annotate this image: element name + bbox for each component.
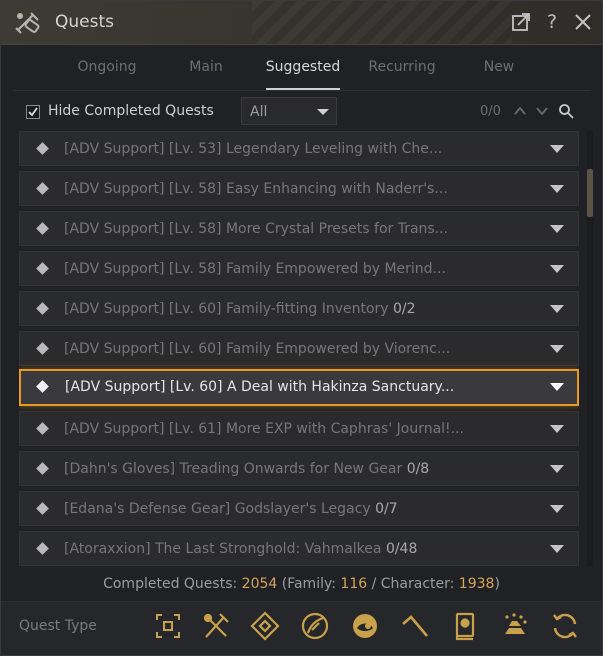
quest-diamond-icon	[36, 380, 49, 393]
quest-title: [Edana's Defense Gear] Godslayer's Legac…	[64, 501, 398, 517]
tab-suggested[interactable]: Suggested	[263, 59, 343, 75]
window-title: Quests	[55, 12, 114, 32]
quest-title: [ADV Support] [Lv. 58] Family Empowered …	[64, 261, 446, 277]
quest-row[interactable]: [ADV Support] [Lv. 61] More EXP with Cap…	[19, 411, 579, 446]
quest-row[interactable]: [ADV Support] [Lv. 58] Easy Enhancing wi…	[19, 171, 579, 206]
hide-completed-checkbox[interactable]	[26, 105, 40, 119]
quest-diamond-icon	[36, 142, 49, 155]
adventure-quest-icon[interactable]	[249, 610, 281, 642]
quest-window: Quests ? Ongoing Main Suggested Recurrin…	[0, 0, 603, 656]
tab-recurring[interactable]: Recurring	[365, 59, 439, 75]
quest-type-label: Quest Type	[19, 618, 97, 634]
chevron-down-icon[interactable]	[534, 103, 550, 119]
quest-row[interactable]: [ADV Support] [Lv. 58] Family Empowered …	[19, 251, 579, 286]
title-bar[interactable]: Quests ?	[1, 1, 602, 45]
quest-filter-dropdown[interactable]: All	[241, 97, 337, 125]
quest-title: [ADV Support] [Lv. 61] More EXP with Cap…	[64, 421, 465, 437]
expand-arrow-icon[interactable]	[550, 145, 564, 153]
quest-title: [ADV Support] [Lv. 60] A Deal with Hakin…	[65, 379, 455, 395]
reset-filter-icon[interactable]	[549, 610, 581, 642]
expand-arrow-icon[interactable]	[550, 185, 564, 193]
combat-quest-icon[interactable]	[152, 610, 184, 642]
search-result-counter: 0/0	[480, 104, 501, 119]
search-icon[interactable]	[558, 103, 574, 119]
quest-diamond-icon	[36, 542, 49, 555]
expand-arrow-icon[interactable]	[550, 465, 564, 473]
quest-title: [Dahn's Gloves] Treading Onwards for New…	[64, 461, 430, 477]
quest-list: [ADV Support] [Lv. 53] Legendary Levelin…	[19, 131, 579, 566]
quest-title: [ADV Support] [Lv. 58] More Crystal Pres…	[64, 221, 449, 237]
quest-title: [Atoraxxion] The Last Stronghold: Vahmal…	[64, 541, 418, 557]
quest-diamond-icon	[36, 302, 49, 315]
title-bar-pattern	[252, 1, 512, 44]
quest-row[interactable]: [ADV Support] [Lv. 58] More Crystal Pres…	[19, 211, 579, 246]
quest-diamond-icon	[36, 502, 49, 515]
dropdown-arrow-icon	[317, 109, 329, 115]
tab-main[interactable]: Main	[181, 59, 231, 75]
close-icon[interactable]	[572, 11, 594, 33]
gathering-quest-icon[interactable]	[399, 610, 431, 642]
expand-arrow-icon[interactable]	[550, 265, 564, 273]
expand-arrow-icon[interactable]	[550, 505, 564, 513]
chevron-up-icon[interactable]	[512, 103, 528, 119]
quest-row[interactable]: [Atoraxxion] The Last Stronghold: Vahmal…	[19, 531, 579, 566]
expand-arrow-icon[interactable]	[550, 345, 564, 353]
quest-diamond-icon	[36, 462, 49, 475]
hide-completed-label[interactable]: Hide Completed Quests	[48, 103, 214, 119]
expand-arrow-icon[interactable]	[550, 425, 564, 433]
dropdown-value: All	[250, 104, 268, 120]
quest-diamond-icon	[36, 422, 49, 435]
quest-diamond-icon	[36, 262, 49, 275]
help-icon[interactable]: ?	[541, 11, 563, 33]
knowledge-quest-icon[interactable]	[449, 610, 481, 642]
quest-diamond-icon	[36, 222, 49, 235]
expand-arrow-icon[interactable]	[550, 225, 564, 233]
quest-diamond-icon	[36, 182, 49, 195]
popout-icon[interactable]	[510, 11, 532, 33]
quest-type-bar: Quest Type	[1, 601, 602, 655]
quest-row[interactable]: [Edana's Defense Gear] Godslayer's Legac…	[19, 491, 579, 526]
expand-arrow-icon[interactable]	[550, 305, 564, 313]
tabs-divider	[13, 90, 591, 91]
event-quest-icon[interactable]	[499, 610, 531, 642]
life-skill-quest-icon[interactable]	[200, 610, 232, 642]
quest-title: [ADV Support] [Lv. 60] Family Empowered …	[64, 341, 451, 357]
tab-ongoing[interactable]: Ongoing	[77, 59, 137, 75]
quest-diamond-icon	[36, 342, 49, 355]
quest-row[interactable]: [ADV Support] [Lv. 53] Legendary Levelin…	[19, 131, 579, 166]
scrollbar-thumb[interactable]	[587, 169, 593, 217]
fishing-quest-icon[interactable]	[299, 610, 331, 642]
quest-title: [ADV Support] [Lv. 58] Easy Enhancing wi…	[64, 181, 448, 197]
expand-arrow-icon[interactable]	[550, 545, 564, 553]
quest-row-selected[interactable]: [ADV Support] [Lv. 60] A Deal with Hakin…	[19, 369, 579, 406]
expand-arrow-icon[interactable]	[550, 383, 564, 391]
trade-quest-icon[interactable]	[349, 610, 381, 642]
quest-row[interactable]: [ADV Support] [Lv. 60] Family Empowered …	[19, 331, 579, 366]
quest-scroll-icon	[13, 8, 43, 38]
completed-quests-summary: Completed Quests: 2054 (Family: 116 / Ch…	[103, 576, 500, 592]
quest-row[interactable]: [ADV Support] [Lv. 60] Family-fitting In…	[19, 291, 579, 326]
tab-new[interactable]: New	[479, 59, 519, 75]
quest-row[interactable]: [Dahn's Gloves] Treading Onwards for New…	[19, 451, 579, 486]
quest-title: [ADV Support] [Lv. 53] Legendary Levelin…	[64, 141, 443, 157]
filter-row: Hide Completed Quests All 0/0	[1, 93, 602, 129]
quest-tabs: Ongoing Main Suggested Recurring New	[1, 47, 602, 89]
quest-title: [ADV Support] [Lv. 60] Family-fitting In…	[64, 301, 416, 317]
